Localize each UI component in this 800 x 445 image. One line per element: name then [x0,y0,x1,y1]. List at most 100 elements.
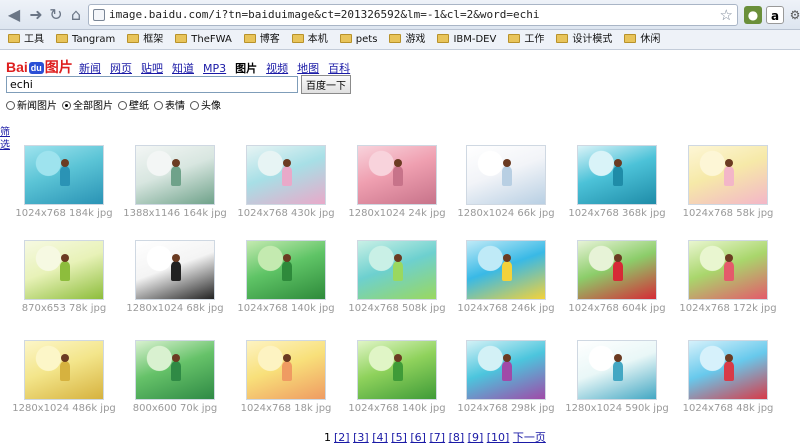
result-thumbnail[interactable] [466,240,546,300]
page-link[interactable]: [6] [410,431,426,444]
image-type-option[interactable]: 头像 [190,97,221,112]
bookmark-item[interactable]: pets [339,30,377,50]
home-icon[interactable]: ⌂ [66,5,86,25]
image-type-option[interactable]: 表情 [154,97,185,112]
reload-icon[interactable]: ↻ [46,5,66,25]
result-size: 800x600 70k jpg [132,403,218,414]
address-bar[interactable]: image.baidu.com/i?tn=baiduimage&ct=20132… [88,4,738,26]
result-thumbnail[interactable] [577,145,657,205]
result-thumbnail[interactable] [466,145,546,205]
bookmark-item[interactable]: 设计模式 [556,30,612,50]
search-input[interactable] [6,76,298,93]
radio-button[interactable] [154,101,163,110]
result-thumbnail[interactable] [246,145,326,205]
page-link[interactable]: [8] [449,431,465,444]
figure-illustration [502,354,512,381]
url-text[interactable]: image.baidu.com/i?tn=baiduimage&ct=20132… [109,8,539,21]
channel-link[interactable]: 知道 [172,62,194,75]
result-size: 1024x768 172k jpg [679,303,777,314]
image-type-option[interactable]: 壁纸 [118,97,149,112]
page-link[interactable]: [9] [468,431,484,444]
result-thumbnail[interactable] [24,340,104,400]
bookmark-item[interactable]: IBM-DEV [437,30,496,50]
result-thumbnail[interactable] [466,340,546,400]
baidu-logo[interactable]: Bai du 图片 [6,57,73,77]
result-size: 1024x768 184k jpg [15,208,113,219]
bookmark-item[interactable]: 本机 [291,30,328,50]
bookmark-label: 博客 [259,34,280,45]
result-thumbnail[interactable] [24,240,104,300]
page-link[interactable]: [10] [487,431,510,444]
figure-illustration [282,254,292,281]
radio-button[interactable] [6,101,15,110]
channel-link[interactable]: 视频 [266,62,288,75]
figure-illustration [724,159,734,186]
pagination: 1 [2] [3] [4] [5] [6] [7] [8] [9] [10] 下一… [324,429,546,445]
result-thumbnail[interactable] [357,145,437,205]
channel-link[interactable]: MP3 [203,62,226,75]
page-link[interactable]: [7] [429,431,445,444]
search-button[interactable]: 百度一下 [301,75,351,94]
bookmark-item[interactable]: 休闲 [624,30,660,50]
radio-button[interactable] [118,101,127,110]
image-type-radios: 新闻图片 全部图片 壁纸 表情 头像 [6,97,226,112]
bookmark-item[interactable]: 博客 [243,30,280,50]
back-icon[interactable]: ◀ [4,5,24,25]
page-link[interactable]: [4] [372,431,388,444]
bookmark-item[interactable]: Tangram [56,30,115,50]
bookmark-item[interactable]: 工作 [508,30,544,50]
result-thumbnail[interactable] [24,145,104,205]
channel-link[interactable]: 网页 [110,62,132,75]
result-thumbnail[interactable] [246,240,326,300]
result-thumbnail[interactable] [357,240,437,300]
result-thumbnail[interactable] [246,340,326,400]
image-type-option[interactable]: 全部图片 [62,97,113,112]
result-size: 1024x768 140k jpg [348,403,446,414]
page-link[interactable]: [2] [334,431,350,444]
figure-illustration [613,354,623,381]
result-thumbnail[interactable] [688,340,768,400]
result-thumbnail[interactable] [688,240,768,300]
result-thumbnail[interactable] [135,340,215,400]
bookmark-label: 框架 [143,34,164,45]
page-link[interactable]: [3] [353,431,369,444]
bookmark-item[interactable]: 游戏 [389,30,425,50]
channel-link[interactable]: 贴吧 [141,62,163,75]
bookmark-star-icon[interactable]: ☆ [720,6,733,24]
result-size: 1280x1024 68k jpg [126,303,224,314]
logo-paw: du [28,62,44,74]
result-size: 1024x768 18k jpg [240,403,332,414]
bookmark-item[interactable]: 框架 [127,30,163,50]
channel-nav: 新闻 网页 贴吧 知道 MP3 图片 视频 地图 百科 [79,60,359,76]
filter-tab[interactable]: 筛选 [0,126,12,152]
folder-icon [56,34,68,43]
result-thumbnail[interactable] [577,340,657,400]
result-thumbnail[interactable] [577,240,657,300]
channel-link[interactable]: 百科 [328,62,350,75]
result-size: 1280x1024 24k jpg [348,208,446,219]
result-size: 1024x768 604k jpg [568,303,666,314]
figure-illustration [60,254,70,281]
bookmark-item[interactable]: 工具 [8,30,44,50]
radio-button[interactable] [62,101,71,110]
page-link[interactable]: [5] [391,431,407,444]
radio-button[interactable] [190,101,199,110]
forward-icon[interactable]: ➜ [26,5,46,25]
logo-text: Bai [6,59,28,75]
image-type-option[interactable]: 新闻图片 [6,97,57,112]
channel-link[interactable]: 新闻 [79,62,101,75]
result-thumbnail[interactable] [357,340,437,400]
result-thumbnail[interactable] [135,240,215,300]
wrench-icon[interactable]: ⚙ [786,6,800,24]
next-page-link[interactable]: 下一页 [513,431,546,444]
result-thumbnail[interactable] [135,145,215,205]
bookmark-label: TheFWA [191,34,232,45]
bookmark-label: 本机 [307,34,328,45]
result-thumbnail[interactable] [688,145,768,205]
amazon-icon[interactable]: a [766,6,784,24]
extension-icon[interactable]: ● [744,6,762,24]
radio-label: 头像 [201,101,221,112]
channel-link[interactable]: 地图 [297,62,319,75]
result-size: 1024x768 508k jpg [348,303,446,314]
bookmark-item[interactable]: TheFWA [175,30,232,50]
